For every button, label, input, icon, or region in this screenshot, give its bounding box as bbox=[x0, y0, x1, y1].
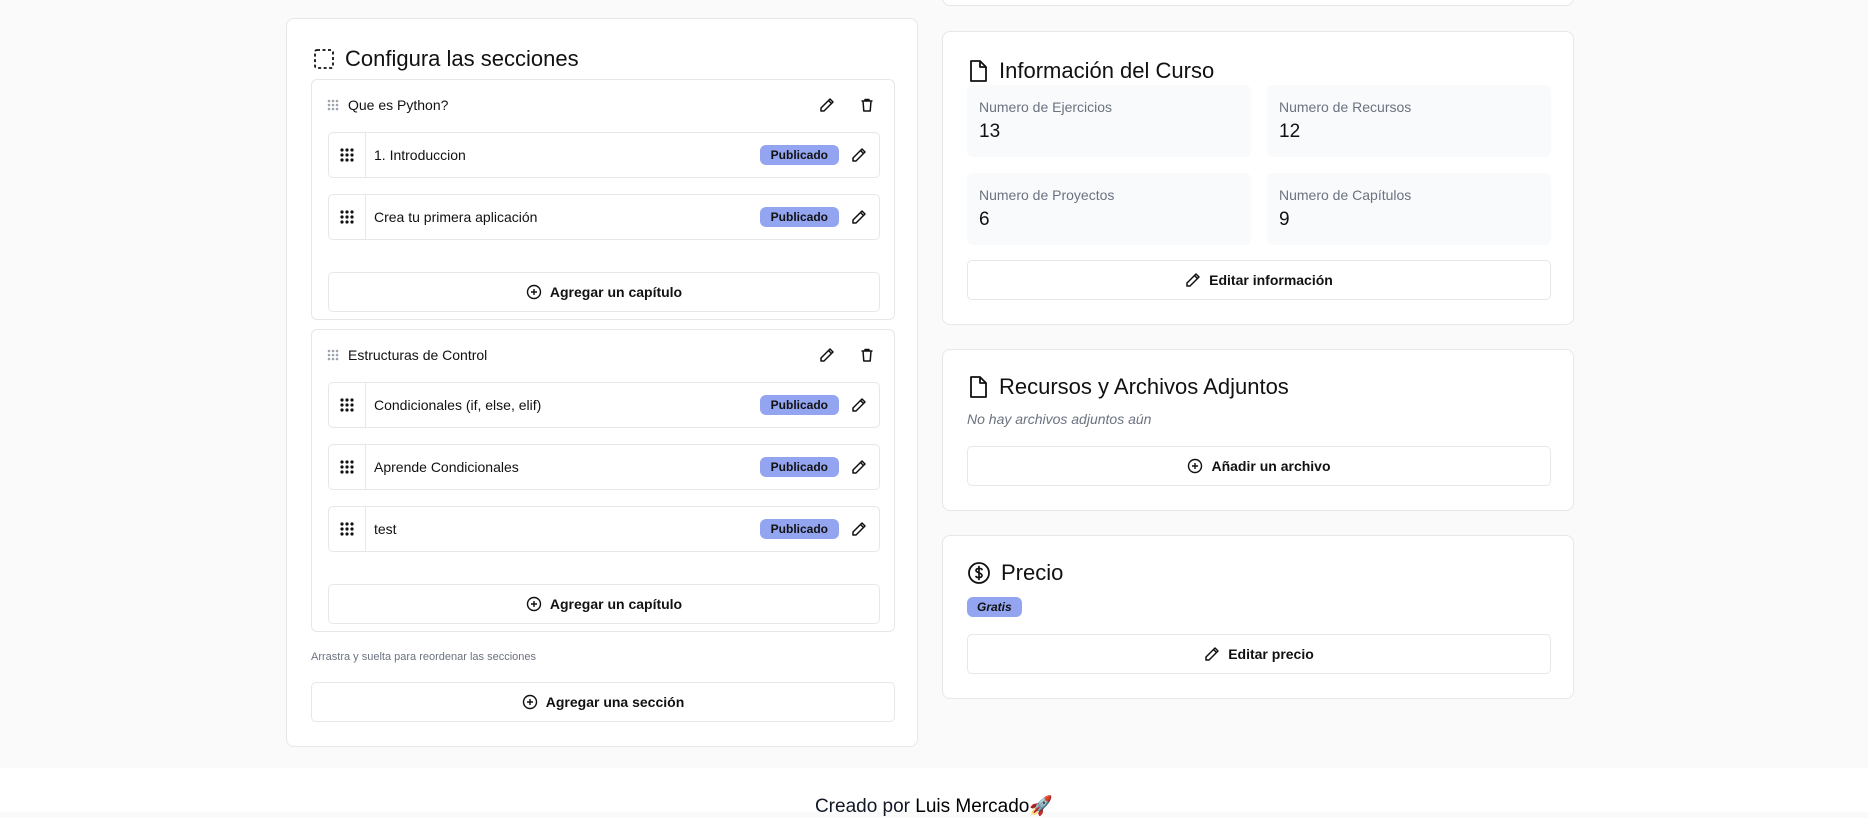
edit-info-button[interactable]: Editar información bbox=[967, 260, 1551, 300]
stat-projects: Numero de Proyectos 6 bbox=[967, 173, 1251, 245]
resources-header: Recursos y Archivos Adjuntos bbox=[967, 374, 1289, 400]
trash-icon[interactable] bbox=[852, 93, 882, 117]
status-badge: Publicado bbox=[759, 519, 839, 539]
dollar-circle-icon bbox=[967, 561, 991, 585]
chapter-title: Aprende Condicionales bbox=[374, 459, 519, 475]
edit-chapter-icon[interactable] bbox=[847, 517, 871, 541]
stat-label: Numero de Ejercicios bbox=[979, 99, 1113, 115]
author-link[interactable]: Luis Mercado bbox=[915, 796, 1029, 817]
rocket-emoji: 🚀 bbox=[1029, 796, 1054, 817]
status-badge: Publicado bbox=[759, 145, 839, 165]
file-icon bbox=[967, 59, 989, 83]
stat-value: 9 bbox=[1279, 209, 1290, 230]
trash-icon[interactable] bbox=[852, 343, 882, 367]
chapter-title: Condicionales (if, else, elif) bbox=[374, 397, 542, 413]
drag-handle-icon[interactable] bbox=[329, 507, 366, 551]
price-badge: Gratis bbox=[967, 597, 1022, 617]
add-section-label: Agregar una sección bbox=[545, 694, 685, 710]
page-background bbox=[0, 0, 1868, 768]
stat-resources: Numero de Recursos 12 bbox=[1267, 85, 1551, 157]
add-file-label: Añadir un archivo bbox=[1211, 458, 1331, 474]
chapter-row: test Publicado bbox=[328, 506, 880, 552]
price-card: Precio Gratis Editar precio bbox=[942, 535, 1574, 699]
edit-chapter-icon[interactable] bbox=[847, 393, 871, 417]
course-info-header: Información del Curso bbox=[967, 58, 1214, 84]
chapter-row: Crea tu primera aplicación Publicado bbox=[328, 194, 880, 240]
drag-handle-icon[interactable] bbox=[329, 133, 366, 177]
drag-handle-icon[interactable] bbox=[329, 195, 366, 239]
course-info-title: Información del Curso bbox=[999, 58, 1215, 83]
edit-chapter-icon[interactable] bbox=[847, 455, 871, 479]
chapter-row: Aprende Condicionales Publicado bbox=[328, 444, 880, 490]
drag-handle-icon[interactable] bbox=[326, 348, 340, 362]
edit-chapter-icon[interactable] bbox=[847, 205, 871, 229]
add-chapter-button[interactable]: Agregar un capítulo bbox=[328, 272, 880, 312]
plus-circle-icon bbox=[522, 694, 538, 710]
pencil-icon bbox=[1185, 272, 1201, 288]
pencil-icon bbox=[1204, 646, 1220, 662]
sections-card: Configura las secciones Que es Python? 1… bbox=[286, 18, 918, 747]
footer: Creado por Luis Mercado🚀 bbox=[0, 768, 1868, 817]
sections-card-title: Configura las secciones bbox=[345, 46, 579, 71]
price-header: Precio bbox=[967, 560, 1063, 586]
stat-label: Numero de Proyectos bbox=[979, 187, 1115, 203]
drag-handle-icon[interactable] bbox=[329, 383, 366, 427]
add-file-button[interactable]: Añadir un archivo bbox=[967, 446, 1551, 486]
edit-price-label: Editar precio bbox=[1228, 646, 1314, 662]
add-section-button[interactable]: Agregar una sección bbox=[311, 682, 895, 722]
empty-attachments-text: No hay archivos adjuntos aún bbox=[967, 411, 1152, 427]
stat-label: Numero de Capítulos bbox=[1279, 187, 1412, 203]
edit-chapter-icon[interactable] bbox=[847, 143, 871, 167]
section-name: Que es Python? bbox=[348, 97, 449, 113]
sections-card-header: Configura las secciones bbox=[313, 46, 579, 72]
footer-prefix: Creado por bbox=[814, 796, 916, 817]
chapter-title: test bbox=[374, 521, 397, 537]
stat-value: 6 bbox=[979, 209, 990, 230]
stat-value: 12 bbox=[1279, 121, 1301, 142]
course-info-card: Información del Curso Numero de Ejercici… bbox=[942, 31, 1574, 325]
resources-card: Recursos y Archivos Adjuntos No hay arch… bbox=[942, 349, 1574, 511]
status-badge: Publicado bbox=[759, 207, 839, 227]
status-badge: Publicado bbox=[759, 457, 839, 477]
plus-circle-icon bbox=[526, 596, 542, 612]
plus-circle-icon bbox=[526, 284, 542, 300]
drag-handle-icon[interactable] bbox=[329, 445, 366, 489]
price-title: Precio bbox=[1001, 560, 1064, 585]
add-chapter-label: Agregar un capítulo bbox=[549, 284, 683, 300]
edit-section-icon[interactable] bbox=[812, 343, 842, 367]
section-name: Estructuras de Control bbox=[348, 347, 488, 363]
stat-label: Numero de Recursos bbox=[1279, 99, 1412, 115]
stat-chapters: Numero de Capítulos 9 bbox=[1267, 173, 1551, 245]
edit-price-button[interactable]: Editar precio bbox=[967, 634, 1551, 674]
chapter-row: 1. Introduccion Publicado bbox=[328, 132, 880, 178]
edit-section-icon[interactable] bbox=[812, 93, 842, 117]
edit-info-label: Editar información bbox=[1209, 272, 1333, 288]
stat-value: 13 bbox=[979, 121, 1001, 142]
resources-title: Recursos y Archivos Adjuntos bbox=[999, 374, 1289, 399]
previous-card bbox=[942, 0, 1574, 6]
add-chapter-label: Agregar un capítulo bbox=[549, 596, 683, 612]
plus-circle-icon bbox=[1187, 458, 1203, 474]
status-badge: Publicado bbox=[759, 395, 839, 415]
reorder-hint: Arrastra y suelta para reordenar las sec… bbox=[311, 651, 536, 663]
drag-handle-icon[interactable] bbox=[326, 98, 340, 112]
chapter-title: 1. Introduccion bbox=[374, 147, 466, 163]
dashed-square-icon bbox=[313, 48, 335, 70]
stat-exercises: Numero de Ejercicios 13 bbox=[967, 85, 1251, 157]
section-item[interactable]: Que es Python? 1. Introduccion Publicado… bbox=[311, 79, 895, 320]
chapter-row: Condicionales (if, else, elif) Publicado bbox=[328, 382, 880, 428]
file-icon bbox=[967, 375, 989, 399]
add-chapter-button[interactable]: Agregar un capítulo bbox=[328, 584, 880, 624]
chapter-title: Crea tu primera aplicación bbox=[374, 209, 538, 225]
section-item[interactable]: Estructuras de Control Condicionales (if… bbox=[311, 329, 895, 632]
